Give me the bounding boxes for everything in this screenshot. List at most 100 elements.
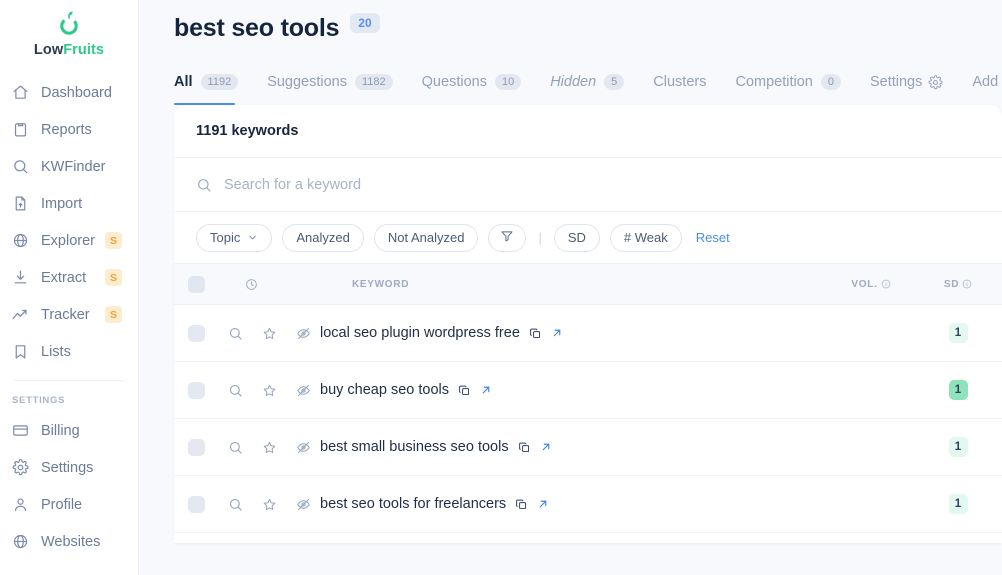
- table-row[interactable]: best seo tools for freelancers 1: [174, 476, 1002, 533]
- credit-card-icon: [8, 421, 32, 441]
- not-analyzed-filter-button[interactable]: Not Analyzed: [373, 223, 479, 252]
- sd-badge: 1: [948, 494, 968, 514]
- brand-logo[interactable]: LowFruits: [0, 0, 138, 58]
- hide-eye-icon[interactable]: [286, 440, 320, 455]
- card-header: 1191 keywords: [174, 105, 1002, 158]
- tab-all[interactable]: All 1192: [174, 59, 251, 105]
- tab-clusters[interactable]: Clusters: [653, 59, 719, 105]
- table-header-row: KEYWORD VOL. SD: [174, 264, 1002, 305]
- keyword-text: best seo tools for freelancers: [320, 496, 507, 512]
- serp-search-icon[interactable]: [218, 497, 252, 512]
- row-checkbox[interactable]: [187, 495, 205, 513]
- sidebar-item-reports[interactable]: Reports: [0, 111, 138, 148]
- sidebar-item-settings[interactable]: Settings: [0, 449, 138, 486]
- sidebar-item-profile[interactable]: Profile: [0, 486, 138, 523]
- sidebar-item-import[interactable]: Import: [0, 185, 138, 222]
- table-row[interactable]: best small business seo tools 1: [174, 419, 1002, 476]
- copy-icon[interactable]: [458, 384, 471, 397]
- keyword-cell: best small business seo tools: [320, 439, 828, 455]
- tab-add[interactable]: Add: [972, 59, 1002, 105]
- home-icon: [8, 83, 32, 103]
- weak-sort-button[interactable]: # Weak: [609, 223, 682, 252]
- serp-search-icon[interactable]: [218, 326, 252, 341]
- search-icon: [8, 157, 32, 177]
- sd-badge: 1: [948, 437, 968, 457]
- row-checkbox[interactable]: [187, 381, 205, 399]
- keyword-column-header: KEYWORD: [284, 279, 828, 290]
- clipboard-icon: [8, 120, 32, 140]
- copy-icon[interactable]: [515, 498, 528, 511]
- sd-sort-button[interactable]: SD: [553, 223, 600, 252]
- keyword-cell: buy cheap seo tools: [320, 382, 828, 398]
- sd-cell: 1: [914, 323, 1002, 343]
- tab-count: 5: [604, 74, 625, 90]
- sd-column-header[interactable]: SD: [914, 279, 1002, 290]
- serp-search-icon[interactable]: [218, 383, 252, 398]
- row-checkbox-cell: [174, 324, 218, 342]
- history-column-header: [218, 278, 284, 291]
- sidebar-item-label: KWFinder: [41, 158, 106, 175]
- reset-filters-link[interactable]: Reset: [696, 230, 730, 245]
- search-input[interactable]: [224, 176, 624, 193]
- tab-label: Suggestions: [267, 74, 347, 90]
- tab-settings[interactable]: Settings: [870, 59, 956, 105]
- external-link-icon[interactable]: [480, 384, 492, 396]
- trending-up-icon: [8, 305, 32, 325]
- row-action-icons: [218, 383, 320, 398]
- row-checkbox[interactable]: [187, 438, 205, 456]
- keyword-cell: local seo plugin wordpress free: [320, 325, 828, 341]
- external-link-icon[interactable]: [551, 327, 563, 339]
- favorite-star-icon[interactable]: [252, 383, 286, 398]
- copy-icon[interactable]: [518, 441, 531, 454]
- hide-eye-icon[interactable]: [286, 326, 320, 341]
- user-icon: [8, 495, 32, 515]
- favorite-star-icon[interactable]: [252, 440, 286, 455]
- tab-count: 1182: [355, 74, 393, 90]
- download-icon: [8, 268, 32, 288]
- external-link-icon[interactable]: [537, 498, 549, 510]
- tab-bar: All 1192 Suggestions 1182 Questions 10 H…: [139, 59, 1002, 105]
- tab-questions[interactable]: Questions 10: [422, 59, 535, 105]
- favorite-star-icon[interactable]: [252, 497, 286, 512]
- topic-filter-dropdown[interactable]: Topic: [196, 223, 273, 252]
- serp-search-icon[interactable]: [218, 440, 252, 455]
- sidebar-badge: S: [105, 269, 122, 286]
- hide-eye-icon[interactable]: [286, 383, 320, 398]
- main-content: best seo tools 20 All 1192 Suggestions 1…: [139, 0, 1002, 575]
- row-checkbox[interactable]: [187, 324, 205, 342]
- advanced-filter-button[interactable]: [488, 223, 527, 252]
- tab-hidden[interactable]: Hidden 5: [550, 59, 637, 105]
- sidebar-item-explorer[interactable]: Explorer S: [0, 222, 138, 259]
- copy-icon[interactable]: [529, 327, 542, 340]
- sidebar-item-extract[interactable]: Extract S: [0, 259, 138, 296]
- sidebar-item-lists[interactable]: Lists: [0, 333, 138, 370]
- sidebar-item-kwfinder[interactable]: KWFinder: [0, 148, 138, 185]
- page-title: best seo tools: [174, 14, 340, 42]
- sidebar-item-label: Import: [41, 195, 83, 212]
- chevron-down-icon: [247, 232, 258, 243]
- tab-label: Add: [972, 74, 999, 90]
- hide-eye-icon[interactable]: [286, 497, 320, 512]
- sidebar-item-websites[interactable]: Websites: [0, 523, 138, 560]
- clock-icon: [245, 278, 258, 291]
- tab-competition[interactable]: Competition 0: [735, 59, 854, 105]
- sidebar-item-label: Profile: [41, 496, 83, 513]
- vol-column-header[interactable]: VOL.: [828, 279, 914, 290]
- sidebar-item-dashboard[interactable]: Dashboard: [0, 74, 138, 111]
- sidebar-item-billing[interactable]: Billing: [0, 412, 138, 449]
- table-row[interactable]: buy cheap seo tools 1: [174, 362, 1002, 419]
- info-icon: [962, 279, 972, 289]
- select-all-checkbox[interactable]: [187, 275, 205, 293]
- analyzed-filter-button[interactable]: Analyzed: [282, 223, 364, 252]
- row-checkbox-cell: [174, 381, 218, 399]
- favorite-star-icon[interactable]: [252, 326, 286, 341]
- sidebar-item-tracker[interactable]: Tracker S: [0, 296, 138, 333]
- external-link-icon[interactable]: [540, 441, 552, 453]
- tab-suggestions[interactable]: Suggestions 1182: [267, 59, 405, 105]
- table-row[interactable]: local seo plugin wordpress free 1: [174, 305, 1002, 362]
- keyword-text: buy cheap seo tools: [320, 382, 449, 398]
- globe-icon: [8, 231, 32, 251]
- sidebar-item-label: Tracker: [41, 306, 90, 323]
- sidebar-item-label: Lists: [41, 343, 71, 360]
- brand-name-fruits: Fruits: [63, 42, 105, 58]
